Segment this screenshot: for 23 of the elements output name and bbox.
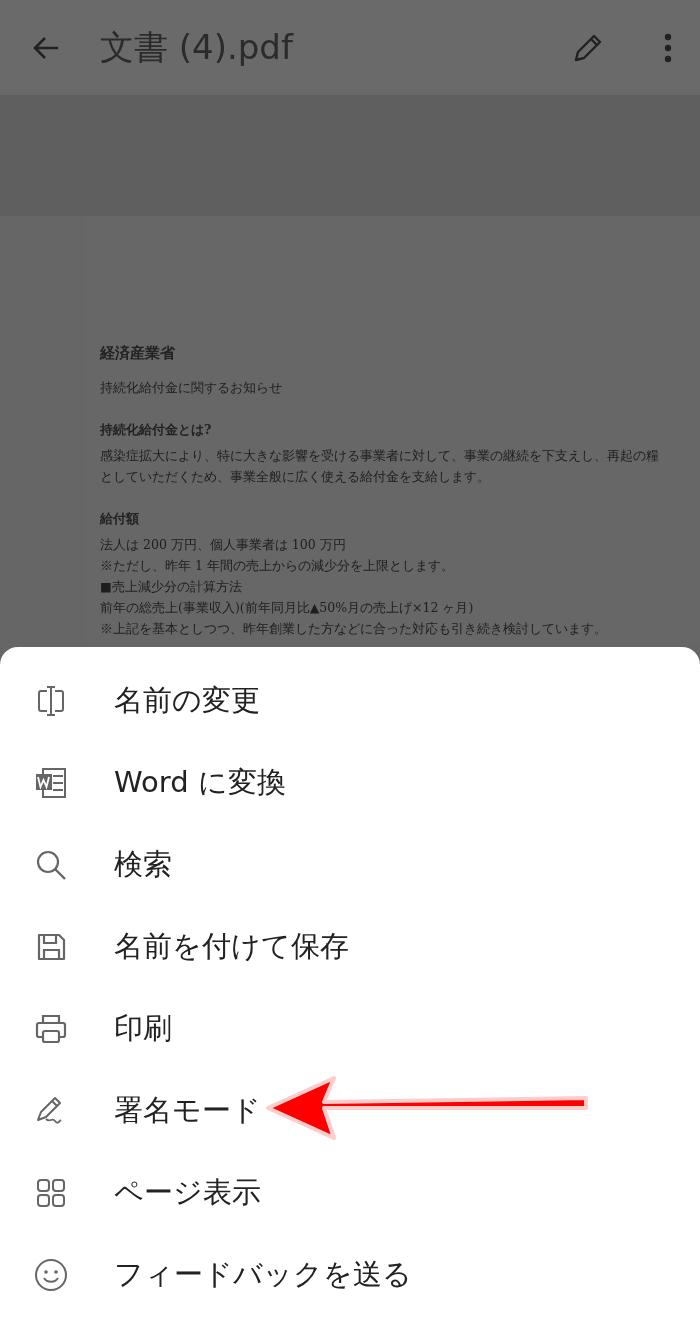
menu-item[interactable]: 検索 xyxy=(0,824,700,906)
section-heading: 給付額 xyxy=(100,511,140,528)
document-text: ※上記を基本としつつ、昨年創業した方などに合った対応も引き続き検討しています。 xyxy=(100,620,608,638)
section-heading: 持続化給付金とは? xyxy=(100,422,213,439)
document-text: 前年の総売上(事業収入)(前年同月比▲50%月の売上げ×12 ヶ月) xyxy=(100,599,475,617)
document-text: ■売上減少分の計算方法 xyxy=(100,578,243,596)
menu-item[interactable]: 印刷 xyxy=(0,988,700,1070)
menu-item[interactable]: Word に変換 xyxy=(0,742,700,824)
menu-item[interactable]: 署名モード xyxy=(0,1070,700,1152)
smiley-icon xyxy=(33,1257,69,1293)
document-text: ※ただし、昨年 1 年間の売上からの減少分を上限とします。 xyxy=(100,557,455,575)
document-heading: 経済産業省 xyxy=(100,344,176,363)
document-text: 感染症拡大により、特に大きな影響を受ける事業者に対して、事業の継続を下支えし、再起の糧 xyxy=(100,447,660,465)
more-options-icon[interactable] xyxy=(664,32,672,63)
word-document-icon xyxy=(33,765,69,801)
menu-item[interactable]: 名前の変更 xyxy=(0,660,700,742)
menu-item[interactable]: フィードバックを送る xyxy=(0,1234,700,1316)
document-text: としていただくため、事業全般に広く使える給付金を支給します。 xyxy=(100,468,491,486)
menu-item[interactable]: 名前を付けて保存 xyxy=(0,906,700,988)
document-title: 文書 (4).pdf xyxy=(100,25,295,69)
document-text: 法人は 200 万円、個人事業者は 100 万円 xyxy=(100,536,347,554)
document-text: 持続化給付金に関するお知らせ xyxy=(100,379,283,397)
menu-item[interactable]: ページ表示 xyxy=(0,1152,700,1234)
